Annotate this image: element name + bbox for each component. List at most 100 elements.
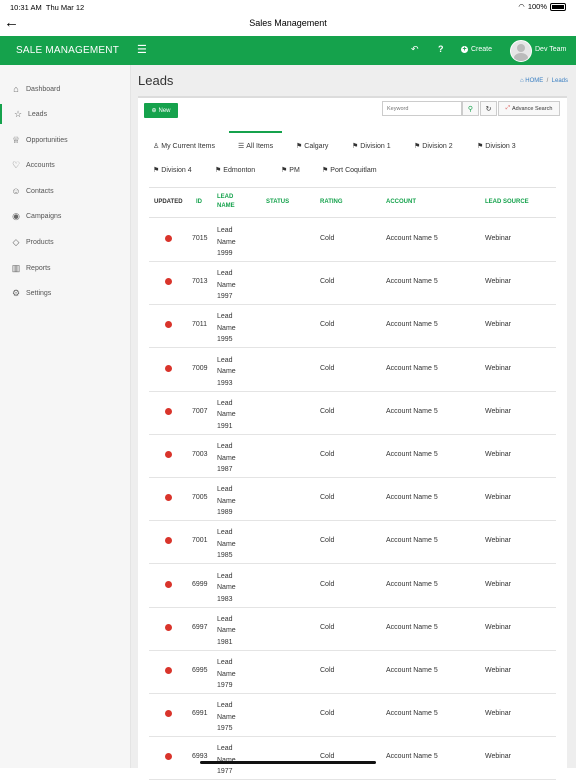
- tab-label: Port Coquitlam: [330, 166, 377, 174]
- tab-all-items[interactable]: ☰ All Items: [228, 131, 283, 150]
- sidebar-item-label: Leads: [28, 110, 48, 118]
- refresh-icon: ↻: [485, 105, 492, 113]
- table-row[interactable]: 7007 Lead Name 1991 Cold Account Name 5 Webi…: [149, 391, 556, 435]
- tab-division-2[interactable]: ⚑ Division 2: [414, 142, 453, 151]
- advance-search-button[interactable]: ⤢ Advance Search: [498, 101, 560, 116]
- lead-id: 6991: [192, 710, 208, 718]
- lead-id: 7011: [192, 321, 208, 329]
- column-header-lead-source[interactable]: LEAD SOURCE: [485, 198, 529, 207]
- search-button[interactable]: ⚲: [462, 101, 479, 116]
- table-row[interactable]: 6995 Lead Name 1979 Cold Account Name 5 Webi…: [149, 650, 556, 694]
- column-header-updated[interactable]: UPDATED: [154, 198, 183, 207]
- lead-rating: Cold: [320, 667, 335, 674]
- sidebar-item-opportunities[interactable]: ♕ Opportunities: [0, 130, 130, 150]
- tab-my-current-items[interactable]: ♙ My Current Items: [153, 142, 215, 151]
- table-row[interactable]: 7015 Lead Name 1999 Cold Account Name 5 Webi…: [149, 218, 556, 262]
- sidebar-item-dashboard[interactable]: ⌂ Dashboard: [0, 79, 130, 99]
- lead-rating: Cold: [320, 753, 335, 761]
- tag-icon: ⚑: [281, 167, 288, 174]
- table-row[interactable]: 7011 Lead Name 1995 Cold Account Name 5 Webi…: [149, 304, 556, 349]
- create-button[interactable]: + Create: [461, 46, 492, 53]
- lead-name-link[interactable]: Lead Name 1999: [217, 225, 247, 260]
- column-header-lead-name[interactable]: LEAD NAME: [217, 193, 243, 211]
- lead-rating: Cold: [320, 278, 335, 286]
- breadcrumb-home[interactable]: ⌂ HOME: [520, 78, 543, 84]
- lead-name-link[interactable]: Lead Name 1975: [217, 700, 247, 735]
- battery-percent: 100%: [527, 2, 547, 11]
- tab-pm[interactable]: ⚑ PM: [281, 166, 300, 175]
- table-row[interactable]: 7009 Lead Name 1993 Cold Account Name 5 Webi…: [149, 348, 556, 392]
- new-button[interactable]: ⊕ New: [144, 103, 178, 118]
- undo-icon[interactable]: ↶: [411, 44, 419, 55]
- sidebar-item-accounts[interactable]: ♡ Accounts: [0, 155, 130, 175]
- lead-name-link[interactable]: Lead Name 1997: [217, 268, 247, 303]
- lead-name-link[interactable]: Lead Name 1987: [217, 441, 247, 476]
- lead-name-link[interactable]: Lead Name 1993: [217, 355, 247, 390]
- column-header-rating[interactable]: RATING: [320, 198, 343, 207]
- sidebar-item-label: Contacts: [26, 187, 54, 195]
- gear-icon: ⚙: [11, 287, 21, 298]
- tab-label: Division 2: [422, 142, 453, 150]
- status-time: 10:31 AM Thu Mar 12: [10, 3, 85, 12]
- column-header-account[interactable]: ACCOUNT: [386, 198, 416, 207]
- tab-division-3[interactable]: ⚑ Division 3: [477, 142, 516, 151]
- home-icon: ⌂: [13, 84, 19, 94]
- bar-chart-icon: ▥: [11, 262, 21, 273]
- tab-calgary[interactable]: ⚑ Calgary: [296, 142, 328, 151]
- table-row[interactable]: 7003 Lead Name 1987 Cold Account Name 5 Webi…: [149, 434, 556, 478]
- sidebar-item-label: Accounts: [26, 161, 55, 169]
- user-icon: ♙: [153, 143, 160, 150]
- table-row[interactable]: 6999 Lead Name 1983 Cold Account Name 5 Webi…: [149, 564, 556, 608]
- lead-account: Account Name 5: [386, 623, 438, 631]
- status-bar: 10:31 AM Thu Mar 12 ◠ 100%: [0, 0, 576, 14]
- table-row[interactable]: 7013 Lead Name 1997 Cold Account Name 5 Webi…: [149, 261, 556, 306]
- app-header: SALE MANAGEMENT ☰ ↶ ? + Create Dev Team: [0, 36, 576, 65]
- lead-name-link[interactable]: Lead Name 1979: [217, 657, 247, 692]
- wifi-icon: ◠: [518, 2, 525, 11]
- lead-account: Account Name 5: [386, 667, 438, 674]
- tag-icon: ⚑: [322, 167, 329, 174]
- table-row[interactable]: 6993Lead Name 1977ColdAccount Name 5Webi…: [149, 736, 556, 780]
- sidebar-item-reports[interactable]: ▥ Reports: [0, 258, 130, 278]
- keyword-search-input[interactable]: [382, 101, 462, 116]
- lead-source: Webinar: [485, 278, 511, 286]
- table-row[interactable]: 6997 Lead Name 1981 Cold Account Name 5 Webi…: [149, 607, 556, 651]
- sidebar-item-contacts[interactable]: ☺ Contacts: [0, 181, 130, 201]
- table-row[interactable]: 6991 Lead Name 1975 Cold Account Name 5 Webi…: [149, 693, 556, 738]
- tab-label: Division 3: [485, 142, 516, 150]
- lead-name-link[interactable]: Lead Name 1985: [217, 527, 247, 562]
- tab-port-coquitlam[interactable]: ⚑ Port Coquitlam: [322, 166, 377, 175]
- tab-label: Edmonton: [223, 166, 256, 174]
- sidebar-item-label: Products: [26, 238, 54, 246]
- breadcrumb-current: Leads: [551, 78, 568, 84]
- sidebar-item-settings[interactable]: ⚙ Settings: [0, 283, 130, 303]
- tab-edmonton[interactable]: ⚑ Edmonton: [215, 166, 256, 175]
- avatar[interactable]: [510, 40, 532, 62]
- sidebar-item-label: Opportunities: [26, 136, 68, 144]
- lead-name-link[interactable]: Lead Name 1981: [217, 614, 247, 649]
- sidebar-item-campaigns[interactable]: ◉ Campaigns: [0, 206, 130, 226]
- lead-name-link[interactable]: Lead Name 1991: [217, 398, 247, 433]
- tag-icon: ⚑: [215, 167, 222, 174]
- lead-name-link[interactable]: Lead Name 1989: [217, 484, 247, 519]
- tab-division-1[interactable]: ⚑ Division 1: [352, 142, 391, 151]
- lead-account: Account Name 5: [386, 537, 438, 545]
- sidebar-item-leads[interactable]: ☆ Leads: [0, 104, 132, 124]
- refresh-button[interactable]: ↻: [480, 101, 497, 116]
- lead-name-link[interactable]: Lead Name 1983: [217, 571, 247, 606]
- lead-account: Account Name 5: [386, 580, 438, 588]
- column-header-status[interactable]: STATUS: [266, 198, 289, 207]
- hamburger-menu-icon[interactable]: ☰: [137, 43, 147, 56]
- tab-division-4[interactable]: ⚑ Division 4: [153, 166, 192, 175]
- column-header-id[interactable]: ID: [196, 198, 202, 207]
- lead-rating: Cold: [320, 537, 335, 545]
- help-icon[interactable]: ?: [438, 44, 444, 54]
- home-indicator: [200, 761, 376, 764]
- table-row[interactable]: 7005 Lead Name 1989 Cold Account Name 5 Webi…: [149, 477, 556, 522]
- lead-account: Account Name 5: [386, 364, 438, 372]
- lead-source: Webinar: [485, 494, 511, 502]
- lead-name-link[interactable]: Lead Name 1995: [217, 311, 247, 346]
- user-name[interactable]: Dev Team: [535, 46, 566, 53]
- sidebar-item-products[interactable]: ◇ Products: [0, 232, 130, 252]
- table-row[interactable]: 7001 Lead Name 1985 Cold Account Name 5 Webi…: [149, 520, 556, 565]
